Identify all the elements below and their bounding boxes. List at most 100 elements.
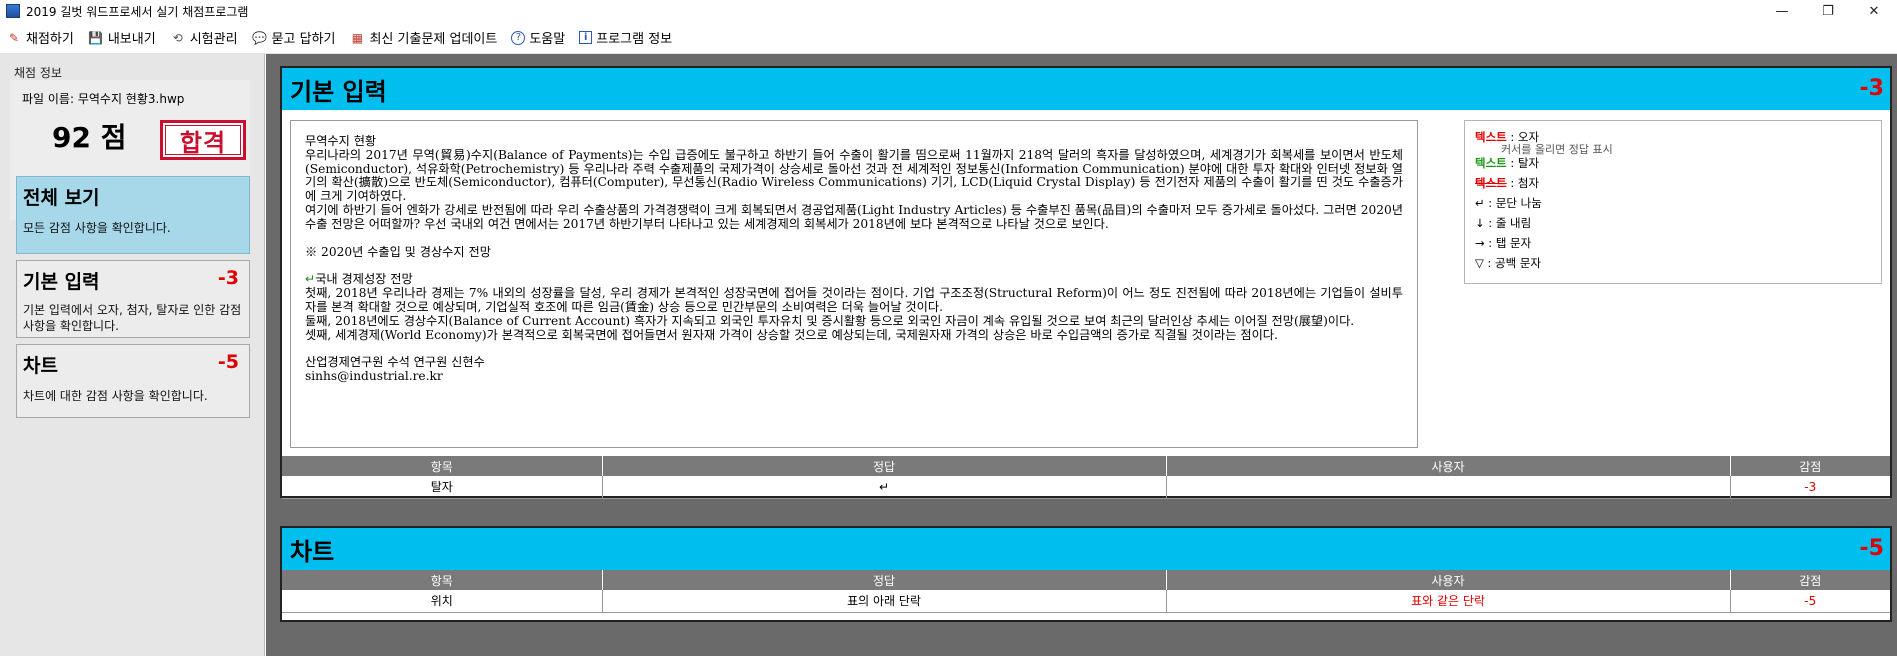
- sidebar: 채점 정보 파일 이름: 무역수지 현황3.hwp 92 점 합격 전체 보기 …: [0, 54, 265, 656]
- table-cell-deduct: -5: [1730, 590, 1890, 613]
- sidebar-item-desc: 모든 감점 사항을 확인합니다.: [23, 221, 171, 235]
- basic-input-panel: 기본 입력 -3 무역수지 현황 우리나라의 2017년 무역(貿易)수지(Ba…: [280, 66, 1892, 499]
- panel-title: 기본 입력: [290, 77, 387, 106]
- table-cell-answer: 표의 아래 단락: [602, 590, 1167, 613]
- legend-missing-label: : 탈자: [1510, 156, 1540, 170]
- table-header: 항목: [282, 570, 603, 590]
- table-header: 감점: [1730, 456, 1890, 476]
- legend-space: ▽ : 공백 문자: [1475, 256, 1542, 270]
- legend-paragraph: ↵ : 문단 나눔: [1475, 196, 1542, 210]
- sidebar-item-basic-input[interactable]: 기본 입력 -3 기본 입력에서 오자, 첨자, 탈자로 인한 감점 사항을 확…: [16, 260, 250, 338]
- pass-stamp: 합격: [160, 120, 246, 160]
- sidebar-item-deduct: -3: [217, 267, 239, 289]
- help-icon: ?: [511, 30, 526, 45]
- menu-update[interactable]: ▦ 최신 기출문제 업데이트: [349, 28, 498, 48]
- score: 92 점: [52, 121, 127, 154]
- basic-input-header: 기본 입력 -3: [282, 68, 1890, 110]
- doc-subheading: ※ 2020년 수출입 및 경상수지 전망: [305, 244, 491, 259]
- table-header: 항목: [282, 456, 603, 476]
- title-bar: 2019 길벗 워드프로세서 실기 채점프로그램 — ❐ ✕: [0, 0, 1897, 22]
- menu-about[interactable]: i 프로그램 정보: [579, 28, 672, 47]
- close-button[interactable]: ✕: [1851, 0, 1897, 22]
- table-row[interactable]: 위치 표의 아래 단락 표와 같은 단락 -5: [282, 590, 1890, 613]
- doc-author: 산업경제연구원 수석 연구원 신현수: [305, 355, 485, 370]
- table-cell-item: 위치: [282, 590, 603, 613]
- table-row[interactable]: 탈자 ↵ -3: [282, 476, 1890, 499]
- legend-extra: 텍스트 : 첨자: [1475, 173, 1871, 193]
- sidebar-item-label: 전체 보기: [23, 187, 100, 209]
- menu-grade[interactable]: ✎ 채점하기: [6, 28, 74, 48]
- chart-table: 항목 정답 사용자 감점 위치 표의 아래 단락 표와 같은 단락 -5: [282, 570, 1890, 613]
- doc-paragraph: 둘째, 2018년에도 경상수지(Balance of Current Acco…: [305, 313, 1355, 328]
- doc-paragraph: 첫째, 2018년 우리나라 경제는 7% 내외의 성장률을 달성, 우리 경제…: [305, 286, 1403, 314]
- sidebar-item-chart[interactable]: 차트 -5 차트에 대한 감점 사항을 확인합니다.: [16, 344, 250, 418]
- pencil-icon: ✎: [8, 30, 20, 45]
- table-header: 감점: [1730, 570, 1890, 590]
- legend-missing: 텍스트 : 탈자: [1475, 153, 1871, 173]
- chart-panel: 차트 -5 항목 정답 사용자 감점 위치 표의 아래 단락 표와 같은 단락 …: [280, 526, 1892, 622]
- menu-help[interactable]: ? 도움말: [511, 28, 565, 47]
- table-header: 정답: [602, 456, 1167, 476]
- document-preview: 무역수지 현황 우리나라의 2017년 무역(貿易)수지(Balance of …: [290, 120, 1418, 448]
- grid-icon: ▦: [351, 30, 364, 45]
- panel-deduct: -3: [1859, 76, 1884, 101]
- menu-exam-manage-label: 시험관리: [189, 32, 238, 47]
- basic-input-table: 항목 정답 사용자 감점 탈자 ↵ -3: [282, 456, 1890, 499]
- table-cell-answer: ↵: [602, 476, 1167, 499]
- window-controls: — ❐ ✕: [1759, 0, 1897, 22]
- menu-help-label: 도움말: [529, 32, 566, 47]
- sidebar-item-overview[interactable]: 전체 보기 모든 감점 사항을 확인합니다.: [16, 176, 250, 254]
- table-cell-user: [1166, 476, 1731, 499]
- sidebar-item-deduct: -5: [217, 351, 239, 373]
- menu-export[interactable]: 💾 내보내기: [88, 28, 156, 48]
- legend-tab: → : 탭 문자: [1475, 236, 1532, 250]
- sidebar-item-desc: 차트에 대한 감점 사항을 확인합니다.: [23, 389, 208, 403]
- legend-typo-hint: 커서를 올리면 정답 표시: [1501, 143, 1613, 156]
- legend-extra-word: 텍스트: [1475, 176, 1507, 190]
- sidebar-item-label: 차트: [23, 355, 58, 377]
- menu-bar: ✎ 채점하기 💾 내보내기 ⟲ 시험관리 💬 묻고 답하기 ▦ 최신 기출문제 …: [0, 22, 1897, 54]
- doc-paragraph: 우리나라의 2017년 무역(貿易)수지(Balance of Payments…: [305, 147, 1403, 204]
- doc-title: 무역수지 현황: [305, 134, 377, 148]
- minimize-button[interactable]: —: [1759, 0, 1805, 22]
- menu-exam-manage[interactable]: ⟲ 시험관리: [170, 28, 238, 48]
- table-header: 사용자: [1166, 570, 1731, 590]
- menu-qa-label: 묻고 답하기: [271, 32, 336, 47]
- doc-subheading: ↵국내 경제성장 전망: [305, 272, 1403, 287]
- table-cell-item: 탈자: [282, 476, 603, 499]
- table-cell-deduct: -3: [1730, 476, 1890, 499]
- menu-about-label: 프로그램 정보: [596, 32, 673, 47]
- info-icon: i: [579, 31, 593, 44]
- sidebar-item-desc: 기본 입력에서 오자, 첨자, 탈자로 인한 감점 사항을 확인합니다.: [23, 303, 242, 333]
- legend-extra-label: : 첨자: [1510, 176, 1540, 190]
- sidebar-item-label: 기본 입력: [23, 271, 100, 293]
- chat-icon: 💬: [252, 30, 267, 45]
- menu-grade-label: 채점하기: [26, 32, 74, 47]
- legend-line-break: ↓ : 줄 내림: [1475, 216, 1532, 230]
- restore-button[interactable]: ❐: [1805, 0, 1851, 22]
- doc-subheading-text: 국내 경제성장 전망: [315, 272, 413, 287]
- table-header-row: 항목 정답 사용자 감점: [282, 456, 1890, 476]
- menu-export-label: 내보내기: [107, 32, 156, 47]
- chart-header: 차트 -5: [282, 528, 1890, 570]
- window-title: 2019 길벗 워드프로세서 실기 채점프로그램: [26, 4, 249, 19]
- grading-info-title: 채점 정보: [14, 66, 62, 80]
- menu-update-label: 최신 기출문제 업데이트: [369, 32, 498, 47]
- table-header: 정답: [602, 570, 1167, 590]
- doc-paragraph: 여기에 하반기 들어 엔화가 강세로 반전됨에 따라 우리 수출상품의 가격경쟁…: [305, 202, 1403, 231]
- doc-paragraph: 셋째, 세계경제(World Economy)가 본격적으로 회복국면에 접어들…: [305, 327, 1278, 342]
- table-header-row: 항목 정답 사용자 감점: [282, 570, 1890, 590]
- legend: 텍스트 : 오자 커서를 올리면 정답 표시 텍스트 : 탈자 텍스트 : 첨자…: [1464, 120, 1882, 284]
- menu-qa[interactable]: 💬 묻고 답하기: [252, 28, 336, 48]
- enter-mark-icon: ↵: [305, 272, 316, 287]
- app-icon: [6, 4, 20, 18]
- main-content: 기본 입력 -3 무역수지 현황 우리나라의 2017년 무역(貿易)수지(Ba…: [266, 54, 1897, 656]
- refresh-icon: ⟲: [172, 30, 183, 45]
- panel-deduct: -5: [1859, 536, 1884, 561]
- file-name: 파일 이름: 무역수지 현황3.hwp: [22, 92, 185, 106]
- panel-title: 차트: [290, 537, 335, 566]
- doc-email: sinhs@industrial.re.kr: [305, 369, 443, 384]
- legend-missing-word: 텍스트: [1475, 156, 1507, 170]
- save-icon: 💾: [88, 30, 104, 45]
- table-header: 사용자: [1166, 456, 1731, 476]
